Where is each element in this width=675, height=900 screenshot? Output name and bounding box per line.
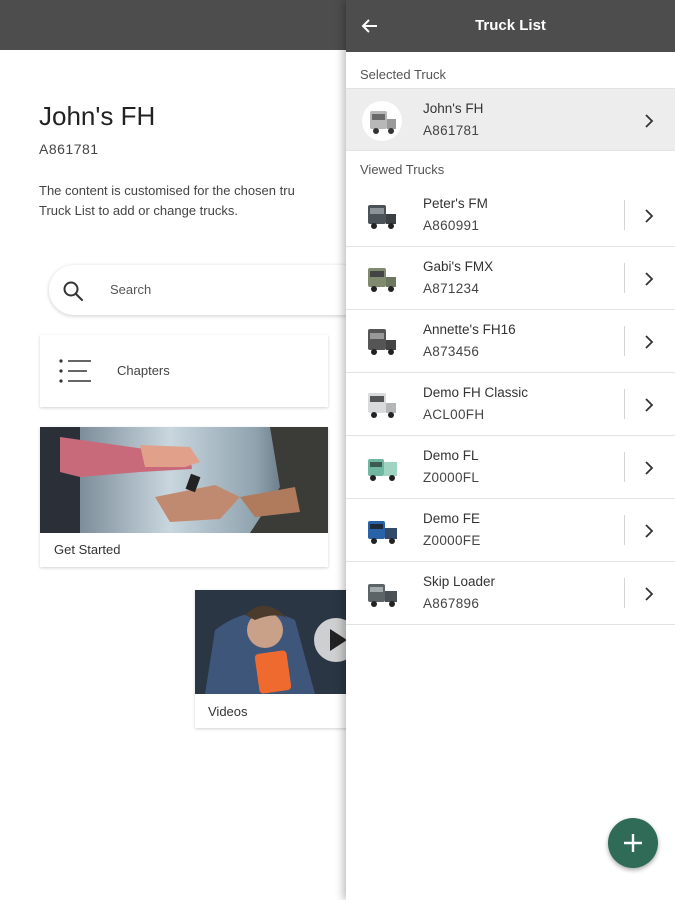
truck-row[interactable]: Gabi's FMX A871234 [346,247,675,310]
truck-name: Skip Loader [423,574,496,589]
search-placeholder: Search [110,282,152,297]
chevron-right-icon [645,524,654,538]
get-started-image [40,427,328,533]
truck-thumbnail-icon [368,329,396,355]
truck-thumbnail-icon [368,459,397,481]
truck-code: Z0000FL [423,470,480,485]
videos-label: Videos [208,704,248,719]
chevron-right-icon [645,114,654,128]
videos-card[interactable]: Videos [195,590,355,728]
truck-row[interactable]: Demo FE Z0000FE [346,499,675,562]
truck-code: A860991 [423,218,480,233]
truck-row[interactable]: Skip Loader A867896 [346,562,675,625]
truck-thumbnail-icon [368,393,396,418]
truck-name: Annette's FH16 [423,322,516,337]
add-truck-button[interactable] [608,818,658,868]
plus-icon [624,834,642,852]
chevron-right-icon [645,587,654,601]
truck-code: A867896 [423,596,480,611]
chapters-label: Chapters [117,363,170,378]
panel-header: Truck List [346,0,675,52]
truck-row[interactable]: Demo FL Z0000FL [346,436,675,499]
truck-thumbnail-icon [362,101,402,141]
row-divider [624,263,625,293]
row-divider [624,578,625,608]
get-started-card[interactable]: Get Started [40,427,328,567]
truck-code: A871234 [423,281,480,296]
row-divider [624,452,625,482]
search-icon [63,281,83,301]
truck-code: A861781 [423,123,480,138]
row-divider [624,515,625,545]
truck-name: Peter's FM [423,196,488,211]
list-icon [59,359,91,383]
chevron-right-icon [645,335,654,349]
truck-name: Demo FL [423,448,479,463]
viewed-section-label: Viewed Trucks [360,162,445,177]
intro-text: The content is customised for the chosen… [39,181,359,221]
truck-thumbnail-icon [368,268,396,292]
truck-name: Gabi's FMX [423,259,494,274]
chevron-right-icon [645,398,654,412]
chevron-right-icon [645,272,654,286]
row-divider [624,326,625,356]
truck-code: A873456 [423,344,480,359]
panel-body: Selected Truck John's FH A861781 Viewed … [346,52,675,900]
truck-row[interactable]: Demo FH Classic ACL00FH [346,373,675,436]
truck-row[interactable]: Annette's FH16 A873456 [346,310,675,373]
row-divider [624,200,625,230]
panel-title: Truck List [475,17,546,34]
truck-code: ACL00FH [423,407,485,422]
truck-row[interactable]: Peter's FM A860991 [346,184,675,247]
selected-truck-row[interactable]: John's FH A861781 [346,88,675,151]
truck-thumbnail-icon [368,584,397,607]
page-title: John's FH [39,101,156,131]
truck-thumbnail-icon [368,205,396,229]
selected-section-label: Selected Truck [360,67,446,82]
intro-line-1: The content is customised for the chosen… [39,183,295,198]
truck-list-panel: Truck List Selected Truck John's FH A861… [346,0,675,900]
truck-code: Z0000FE [423,533,481,548]
truck-thumbnail-icon [368,521,397,544]
chevron-right-icon [645,209,654,223]
truck-code: A861781 [39,141,99,157]
truck-name: Demo FH Classic [423,385,529,400]
get-started-label: Get Started [54,542,121,557]
chapters-card[interactable]: Chapters [40,335,328,407]
truck-name: Demo FE [423,511,481,526]
truck-name: John's FH [423,101,484,116]
search-input[interactable]: Search [49,265,379,315]
row-divider [624,389,625,419]
chevron-right-icon [645,461,654,475]
videos-image [195,590,355,694]
intro-line-2: Truck List to add or change trucks. [39,203,238,218]
